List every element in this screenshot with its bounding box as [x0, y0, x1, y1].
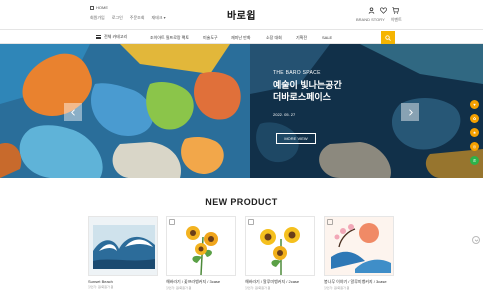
hero-prev-button[interactable] — [64, 103, 82, 121]
scroll-top-button[interactable] — [472, 236, 480, 244]
product-card[interactable]: 해바라기 / 알루미뱅커지 / 2case 할인가: 원/회원가 원 — [245, 216, 315, 290]
hero-title: 예술이 빛나는공간 더바로스페이스 — [273, 79, 342, 103]
target-icon: ◎ — [472, 144, 477, 149]
floating-quick-menu: ♥ ✿ ★ ◎ ✆ — [470, 100, 479, 165]
star-icon: ★ — [472, 130, 477, 135]
nav-item-art-tools[interactable]: 미술도구 — [203, 35, 218, 41]
nav-item-joyart[interactable]: 조이아트 필프로랑 팩토 — [150, 35, 189, 41]
menu-icon — [96, 35, 101, 39]
flower-icon: ✿ — [472, 116, 477, 121]
product-thumbnail[interactable] — [166, 216, 236, 276]
quick-wishlist-button[interactable]: ♥ — [470, 100, 479, 109]
sunflower-painting-image — [167, 217, 235, 275]
heart-icon: ♥ — [473, 102, 476, 107]
tree-painting-image — [325, 217, 393, 275]
nav-item-sale[interactable]: SALE — [322, 35, 332, 40]
all-category-button[interactable]: 전체 카테고리 — [96, 34, 127, 40]
product-card[interactable]: 해바라기 / 꽃프라뱅커지 / 3case 할인가: 원/회원가 원 — [166, 216, 236, 290]
hero-title-line1: 예술이 빛나는공간 — [273, 80, 342, 90]
all-category-label: 전체 카테고리 — [104, 34, 128, 39]
nav-item-contest[interactable]: 소장 대회 — [266, 35, 282, 41]
chevron-right-icon — [408, 108, 413, 116]
hero-title-line2: 더바로스페이스 — [273, 92, 331, 102]
product-name[interactable]: 해바라기 / 알루미뱅커지 / 2case — [245, 279, 315, 285]
phone-icon: ✆ — [472, 158, 477, 163]
label-icon — [327, 219, 333, 225]
product-thumbnail[interactable] — [245, 216, 315, 276]
search-icon — [385, 34, 391, 41]
product-card[interactable]: 봉나무 이야기 / 알루미뱅커지 / 3case 할인가: 원/회원가 원 — [324, 216, 394, 290]
new-product-title: NEW PRODUCT — [205, 197, 278, 207]
hero-eyebrow: THE BARO SPACE — [273, 70, 321, 76]
product-card[interactable]: Sunset Beach 할인가: 원/회원가 원 — [88, 216, 158, 289]
hero-text: THE BARO SPACE 예술이 빛나는공간 더바로스페이스 2022. 0… — [273, 70, 342, 117]
wave-painting-image — [89, 217, 157, 275]
nav-item-comics[interactable]: 재미난 만화 — [231, 35, 251, 41]
product-name[interactable]: Sunset Beach — [88, 279, 158, 284]
hero-date: 2022. 05. 27 — [273, 112, 296, 117]
product-name[interactable]: 해바라기 / 꽃프라뱅커지 / 3case — [166, 279, 236, 285]
brand-story-link[interactable]: BRAND STORY — [356, 17, 385, 23]
product-thumbnail[interactable] — [324, 216, 394, 276]
cart-icon[interactable] — [392, 7, 399, 14]
product-price: 할인가: 원/회원가 원 — [324, 286, 350, 290]
sunflower-painting-image — [246, 217, 314, 275]
main-nav: 전체 카테고리 조이아트 필프로랑 팩토 미술도구 재미난 만화 소장 대회 기… — [0, 29, 483, 44]
product-price: 할인가: 원/회원가 원 — [166, 286, 192, 290]
chevron-down-icon — [474, 239, 478, 242]
quick-star-button[interactable]: ★ — [470, 128, 479, 137]
search-button[interactable] — [381, 31, 395, 44]
event-link[interactable]: 이벤트 — [391, 17, 402, 23]
quick-flower-button[interactable]: ✿ — [470, 114, 479, 123]
quick-target-button[interactable]: ◎ — [470, 142, 479, 151]
label-icon — [248, 219, 254, 225]
product-name[interactable]: 봉나무 이야기 / 알루미뱅커지 / 3case — [324, 279, 394, 285]
more-view-button[interactable]: MORE VIEW — [276, 133, 316, 144]
header-icons — [368, 7, 399, 14]
hero-banner[interactable]: THE BARO SPACE 예술이 빛나는공간 더바로스페이스 2022. 0… — [0, 44, 483, 178]
product-thumbnail[interactable] — [88, 216, 158, 276]
chevron-left-icon — [70, 108, 75, 116]
product-price: 할인가: 원/회원가 원 — [245, 286, 271, 290]
site-header: HOME 회원가입 로그인 주문조회 재테크 ▾ 바로윕 BRAND STORY… — [0, 0, 483, 29]
quick-call-button[interactable]: ✆ — [470, 156, 479, 165]
label-icon — [169, 219, 175, 225]
header-right-links: BRAND STORY 이벤트 — [356, 17, 402, 23]
heart-icon[interactable] — [380, 7, 387, 14]
product-price: 할인가: 원/회원가 원 — [88, 285, 114, 289]
user-icon[interactable] — [368, 7, 375, 14]
hero-next-button[interactable] — [401, 103, 419, 121]
site-logo[interactable]: 바로윕 — [0, 7, 483, 22]
nav-item-special[interactable]: 기획전 — [296, 35, 307, 41]
